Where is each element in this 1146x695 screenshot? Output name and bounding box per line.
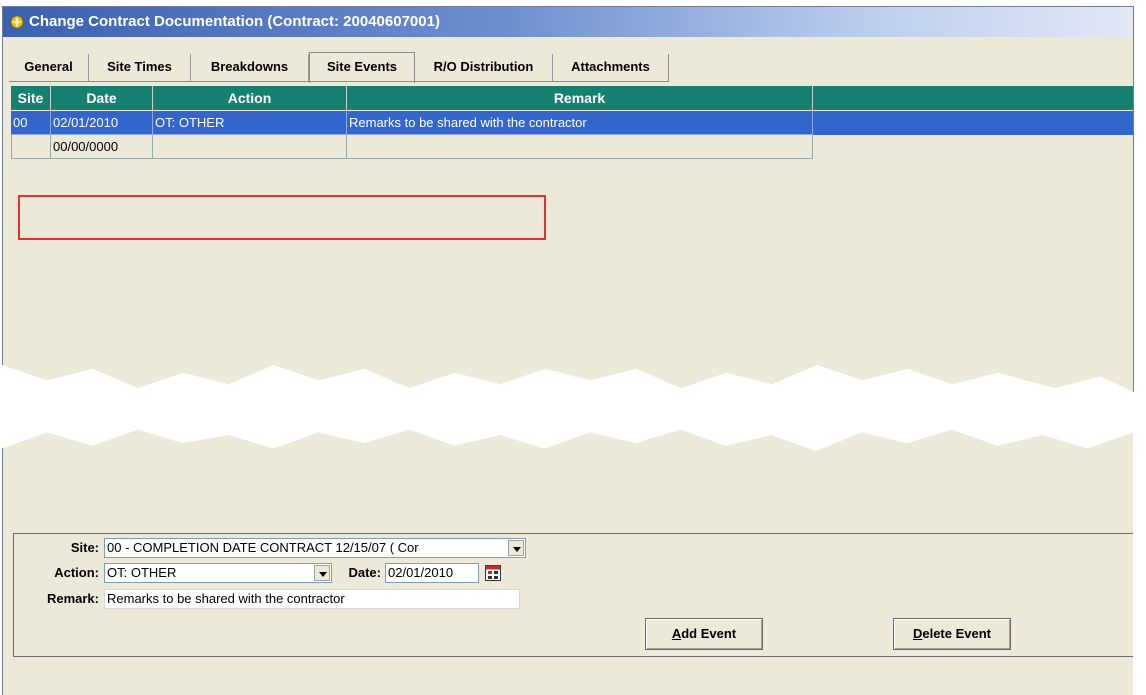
grid-header: Site Date Action Remark bbox=[11, 86, 1133, 110]
add-event-mnemonic: A bbox=[671, 626, 682, 641]
window-title: Change Contract Documentation (Contract:… bbox=[29, 13, 440, 30]
tab-breakdowns[interactable]: Breakdowns bbox=[191, 54, 309, 81]
table-row-selected[interactable]: 00 02/01/2010 OT: OTHER Remarks to be sh… bbox=[11, 111, 1133, 135]
cell-date[interactable]: 02/01/2010 bbox=[51, 111, 153, 135]
tab-label: R/O Distribution bbox=[433, 59, 534, 74]
tab-attachments[interactable]: Attachments bbox=[553, 54, 669, 81]
tab-general[interactable]: General bbox=[9, 54, 89, 81]
delete-event-mnemonic: D bbox=[912, 626, 923, 641]
table-row[interactable]: 00/00/0000 bbox=[11, 135, 813, 159]
column-header-remark[interactable]: Remark bbox=[347, 86, 813, 110]
action-dropdown-value: OT: OTHER bbox=[107, 565, 177, 580]
column-header-action[interactable]: Action bbox=[153, 86, 347, 110]
add-event-button[interactable]: Add Event bbox=[645, 618, 763, 650]
action-label: Action: bbox=[54, 565, 99, 580]
chevron-down-icon[interactable] bbox=[508, 540, 524, 556]
date-field-value: 02/01/2010 bbox=[388, 565, 454, 580]
cell-action[interactable] bbox=[153, 135, 347, 159]
site-dropdown[interactable]: 00 - COMPLETION DATE CONTRACT 12/15/07 (… bbox=[104, 538, 526, 558]
date-label: Date: bbox=[348, 565, 381, 580]
calendar-icon[interactable] bbox=[485, 565, 501, 581]
remark-highlight-box bbox=[18, 195, 546, 240]
title-bar[interactable]: Change Contract Documentation (Contract:… bbox=[3, 7, 1133, 37]
remark-input-value: Remarks to be shared with the contractor bbox=[107, 591, 345, 606]
column-header-date[interactable]: Date bbox=[51, 86, 153, 110]
cell-remark[interactable] bbox=[347, 135, 813, 159]
cell-site[interactable]: 00 bbox=[11, 111, 51, 135]
remark-label: Remark: bbox=[46, 591, 99, 606]
tab-label: General bbox=[24, 59, 73, 74]
action-dropdown[interactable]: OT: OTHER bbox=[104, 563, 332, 583]
tab-divider bbox=[9, 81, 669, 82]
tab-label: Site Times bbox=[107, 59, 172, 74]
chevron-down-icon[interactable] bbox=[314, 565, 330, 581]
cell-site[interactable] bbox=[11, 135, 51, 159]
cell-remark[interactable]: Remarks to be shared with the contractor bbox=[347, 111, 813, 135]
tab-site-events[interactable]: Site Events bbox=[309, 52, 415, 83]
tab-label: Attachments bbox=[571, 59, 650, 74]
site-dropdown-value: 00 - COMPLETION DATE CONTRACT 12/15/07 (… bbox=[107, 540, 419, 555]
cell-date[interactable]: 00/00/0000 bbox=[51, 135, 153, 159]
cell-action[interactable]: OT: OTHER bbox=[153, 111, 347, 135]
column-header-site[interactable]: Site bbox=[11, 86, 51, 110]
tab-label: Site Events bbox=[326, 59, 398, 74]
site-label: Site: bbox=[70, 540, 99, 555]
contract-window-bottom: Site: 00 - COMPLETION DATE CONTRACT 12/1… bbox=[2, 429, 1133, 695]
remark-input[interactable]: Remarks to be shared with the contractor bbox=[104, 589, 520, 609]
add-event-label: dd Event bbox=[681, 626, 737, 641]
tab-ro-distribution[interactable]: R/O Distribution bbox=[415, 54, 553, 81]
delete-event-label: elete Event bbox=[922, 626, 992, 641]
app-icon bbox=[10, 15, 24, 29]
tab-label: Breakdowns bbox=[210, 59, 289, 74]
delete-event-button[interactable]: Delete Event bbox=[893, 618, 1011, 650]
tab-site-times[interactable]: Site Times bbox=[89, 54, 191, 81]
date-field[interactable]: 02/01/2010 bbox=[385, 563, 479, 583]
